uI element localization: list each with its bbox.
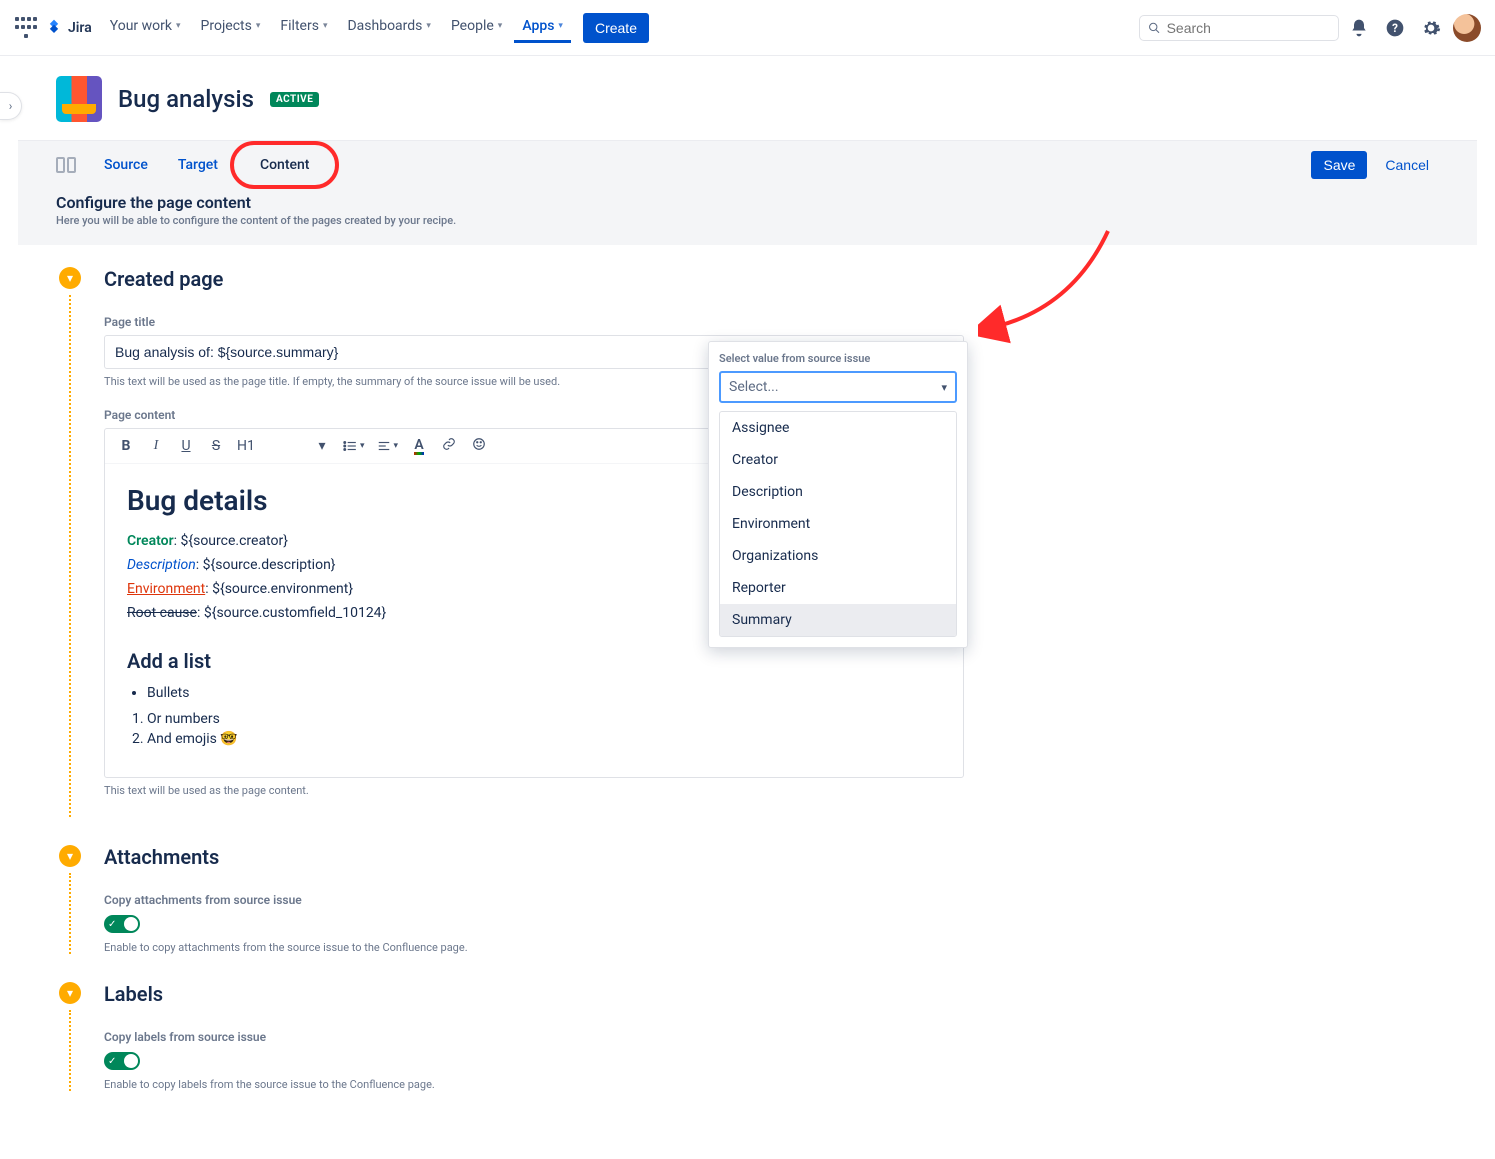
product-name: Jira [68,20,92,36]
tab-source[interactable]: Source [102,151,150,179]
cancel-button[interactable]: Cancel [1375,151,1439,179]
num-item-2: And emojis 🤓 [147,731,941,747]
attachments-label: Copy attachments from source issue [104,893,1439,907]
chevron-down-icon: ▾ [941,381,947,394]
nav-people[interactable]: People▾ [443,12,510,43]
avatar[interactable] [1453,14,1481,42]
created-page-title: Created page [104,267,1439,291]
heading-dropdown[interactable]: H1 [237,438,255,454]
emoji-button[interactable] [470,437,488,455]
link-button[interactable] [440,437,458,455]
bullet-list: Bullets [147,685,941,701]
content-add-list: Add a list [127,649,941,673]
save-button[interactable]: Save [1311,151,1367,179]
page-header: Bug analysis ACTIVE [18,56,1477,140]
content-area: Select value from source issue Select...… [18,245,1477,1159]
italic-button[interactable]: I [147,438,165,454]
description-bar: Configure the page content Here you will… [18,189,1477,245]
search-input[interactable] [1167,20,1330,36]
align-dropdown[interactable]: ▾ [377,439,399,453]
num-item-1: Or numbers [147,711,941,727]
popup-select-placeholder: Select... [729,379,779,395]
popup-option-assignee[interactable]: Assignee [720,412,956,444]
collapse-attachments[interactable]: ▾ [59,845,81,867]
page-content-help: This text will be used as the page conte… [104,784,964,797]
labels-label: Copy labels from source issue [104,1030,1439,1044]
nav-projects[interactable]: Projects▾ [193,12,269,43]
page: Bug analysis ACTIVE Source Target Conten… [18,56,1477,1159]
top-nav: Jira Your work▾ Projects▾ Filters▾ Dashb… [0,0,1495,56]
svg-text:?: ? [1392,21,1398,35]
tabs-bar: Source Target Content Save Cancel [18,140,1477,189]
strike-button[interactable]: S [207,438,225,454]
list-dropdown[interactable]: ▾ [343,439,365,453]
recipe-title: Bug analysis [118,85,254,113]
notifications-icon[interactable] [1343,12,1375,44]
insert-value-popup: Select value from source issue Select...… [708,341,968,648]
popup-option-organizations[interactable]: Organizations [720,540,956,572]
popup-option-environment[interactable]: Environment [720,508,956,540]
popup-option-summary[interactable]: Summary [720,604,956,636]
labels-help: Enable to copy labels from the source is… [104,1078,1439,1091]
tab-content[interactable]: Content [246,151,324,179]
popup-option-reporter[interactable]: Reporter [720,572,956,604]
attachments-help: Enable to copy attachments from the sour… [104,941,1439,954]
recipe-logo [56,76,102,122]
popup-select[interactable]: Select... ▾ [719,371,957,403]
search-box[interactable] [1139,15,1339,41]
check-icon: ✓ [108,919,116,930]
collapse-labels[interactable]: ▾ [59,982,81,1004]
underline-button[interactable]: U [177,438,195,454]
tab-target[interactable]: Target [176,151,220,179]
nav-filters[interactable]: Filters▾ [272,12,335,43]
heading-more-dropdown[interactable]: ▾ [313,438,331,454]
section-attachments: ▾ Attachments Copy attachments from sour… [56,845,1439,954]
bullet-item: Bullets [147,685,941,701]
popup-label: Select value from source issue [719,352,957,365]
popup-option-creator[interactable]: Creator [720,444,956,476]
status-badge: ACTIVE [270,92,319,107]
page-title-label: Page title [104,315,964,329]
jira-logo[interactable]: Jira [44,18,92,38]
numbered-list: Or numbers And emojis 🤓 [147,711,941,747]
bold-button[interactable]: B [117,438,135,454]
labels-title: Labels [104,982,1439,1006]
description-sub: Here you will be able to configure the c… [56,214,1439,227]
text-color-button[interactable]: A [410,437,428,455]
nav-apps[interactable]: Apps▾ [514,12,571,43]
attachments-toggle[interactable]: ✓ [104,915,140,933]
section-labels: ▾ Labels Copy labels from source issue ✓… [56,982,1439,1091]
check-icon: ✓ [108,1056,116,1067]
layout-icon[interactable] [56,157,76,173]
description-title: Configure the page content [56,193,1439,212]
create-button[interactable]: Create [583,13,649,43]
help-icon[interactable]: ? [1379,12,1411,44]
nav-items: Your work▾ Projects▾ Filters▾ Dashboards… [102,12,571,43]
labels-toggle[interactable]: ✓ [104,1052,140,1070]
popup-menu: Assignee Creator Description Environment… [719,411,957,637]
attachments-title: Attachments [104,845,1439,869]
popup-option-description[interactable]: Description [720,476,956,508]
app-switcher-icon[interactable] [14,16,38,40]
nav-dashboards[interactable]: Dashboards▾ [339,12,438,43]
collapse-created-page[interactable]: ▾ [59,267,81,289]
settings-icon[interactable] [1415,12,1447,44]
nav-your-work[interactable]: Your work▾ [102,12,189,43]
